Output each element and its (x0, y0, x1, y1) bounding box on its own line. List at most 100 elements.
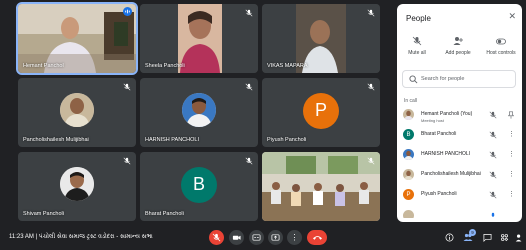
active-speaker-icon (123, 7, 132, 16)
mic-off-icon (123, 157, 131, 165)
more-options-icon: ⋮ (290, 233, 299, 242)
more-options-icon[interactable]: ⋮ (508, 150, 515, 158)
participant-avatar (60, 92, 94, 127)
chat-icon (483, 233, 491, 242)
mic-off-icon (367, 83, 375, 91)
participant-name: Piyush Pancholi (267, 137, 307, 143)
mic-off-icon (412, 36, 422, 46)
participant-count-badge: 9 (469, 229, 476, 236)
mic-off-icon (367, 9, 375, 17)
video-tile-vikas[interactable]: VIKAS MAPARA (262, 4, 380, 73)
lock-person-icon (515, 234, 521, 242)
chat-button[interactable] (482, 232, 492, 242)
captions-icon (252, 234, 261, 241)
camera-icon (232, 235, 241, 240)
meeting-time-and-title: 11:23 AM | પંચોલી સેવા સમાજ ટ્રસ્ટ વડોદર… (9, 234, 153, 240)
meeting-controls-bar: 11:23 AM | પંચોલી સેવા સમાજ ટ્રસ્ટ વડોદર… (0, 226, 526, 250)
search-placeholder: Search for people (421, 76, 465, 82)
participant-name: Pancholishailesh Mulijibhai (23, 137, 89, 143)
activities-button[interactable] (499, 232, 509, 242)
mic-off-icon[interactable] (489, 111, 497, 119)
mic-off-icon (245, 9, 253, 17)
person-avatar: B (403, 129, 414, 140)
hang-up-icon (312, 236, 322, 240)
person-row[interactable]: P Piyush Pancholi ⋮ (403, 188, 519, 202)
present-screen-icon (271, 234, 280, 241)
participant-avatar: B (181, 166, 217, 203)
people-button[interactable]: 9 (463, 229, 476, 242)
host-controls-button[interactable]: Host controls (481, 36, 521, 56)
mute-all-label: Mute all (408, 50, 426, 56)
activities-icon (500, 233, 508, 241)
more-options-button[interactable]: ⋮ (287, 230, 302, 245)
person-row-partial[interactable] (403, 208, 519, 218)
person-avatar (403, 149, 414, 160)
video-tile-group-room[interactable] (262, 152, 380, 221)
close-icon[interactable]: ✕ (508, 11, 516, 22)
person-name: HARNISH PANCHOLI (421, 151, 471, 157)
panel-title: People (406, 14, 431, 23)
person-name: Piyush Pancholi (421, 191, 457, 197)
person-row[interactable]: HARNISH PANCHOLI ⋮ (403, 148, 519, 162)
participant-video (262, 152, 380, 221)
person-avatar (403, 210, 414, 218)
mic-off-icon (245, 157, 253, 165)
host-tools-button[interactable] (514, 232, 524, 242)
more-options-icon[interactable]: ⋮ (508, 170, 515, 178)
participant-name: Hemant Panchol (23, 63, 64, 69)
mute-all-button[interactable]: Mute all (397, 36, 437, 56)
more-options-icon[interactable]: ⋮ (508, 130, 515, 138)
person-row[interactable]: Pancholishailesh Mulijibhai ⋮ (403, 168, 519, 182)
person-avatar (403, 109, 414, 120)
video-tile-sheela[interactable]: Sheela Pancholi (140, 4, 258, 73)
mic-off-icon[interactable] (489, 212, 497, 218)
person-avatar (403, 169, 414, 180)
host-controls-label: Host controls (486, 50, 516, 56)
person-row[interactable]: Hemant Pancholi (You) Meeting host (403, 108, 519, 123)
add-person-icon (453, 37, 463, 45)
mic-off-icon (367, 157, 375, 165)
microphone-button[interactable] (209, 230, 224, 245)
person-avatar: P (403, 189, 414, 200)
participant-name: HARNISH PANCHOLI (145, 137, 199, 143)
pin-icon[interactable] (507, 111, 515, 119)
video-tile-hemant[interactable]: Hemant Panchol (16, 2, 138, 75)
mic-off-icon[interactable] (489, 191, 497, 199)
search-people-input[interactable]: Search for people (402, 70, 516, 88)
add-people-button[interactable]: Add people (438, 36, 478, 56)
video-tile-bharat[interactable]: B Bharat Pancholi (140, 152, 258, 221)
toggle-icon (496, 38, 506, 45)
video-tile-harnish[interactable]: HARNISH PANCHOLI (140, 78, 258, 147)
person-name: Pancholishailesh Mulijibhai (421, 171, 481, 177)
add-people-label: Add people (445, 50, 471, 56)
person-name: Bharat Pancholi (421, 131, 457, 137)
more-options-icon[interactable]: ⋮ (508, 190, 515, 198)
meeting-details-button[interactable] (444, 232, 454, 242)
participant-avatar (182, 92, 216, 127)
in-call-heading: In call (404, 98, 418, 104)
participant-name: VIKAS MAPARA (267, 63, 308, 69)
participant-name: Sheela Pancholi (145, 63, 185, 69)
search-icon (409, 75, 418, 84)
camera-button[interactable] (229, 230, 244, 245)
people-panel: People ✕ Mute all Add people Host contro… (397, 4, 522, 222)
mic-off-icon (212, 233, 221, 242)
present-button[interactable] (268, 230, 283, 245)
mic-off-icon[interactable] (489, 151, 497, 159)
participant-avatar: P (303, 92, 339, 129)
captions-button[interactable] (249, 230, 264, 245)
person-role: Meeting host (421, 118, 444, 123)
info-icon (445, 233, 453, 241)
mic-off-icon (123, 83, 131, 91)
mic-off-icon[interactable] (489, 131, 497, 139)
participant-avatar (60, 166, 94, 201)
leave-call-button[interactable] (307, 230, 327, 245)
mic-off-icon[interactable] (489, 171, 497, 179)
video-tile-pancholishailesh[interactable]: Pancholishailesh Mulijibhai (18, 78, 136, 147)
participant-name: Shivam Pancholi (23, 211, 64, 217)
mic-off-icon (245, 83, 253, 91)
video-tile-shivam[interactable]: Shivam Pancholi (18, 152, 136, 221)
person-name: Hemant Pancholi (You) (421, 111, 473, 117)
video-tile-piyush[interactable]: P Piyush Pancholi (262, 78, 380, 147)
person-row[interactable]: B Bharat Pancholi ⋮ (403, 128, 519, 142)
